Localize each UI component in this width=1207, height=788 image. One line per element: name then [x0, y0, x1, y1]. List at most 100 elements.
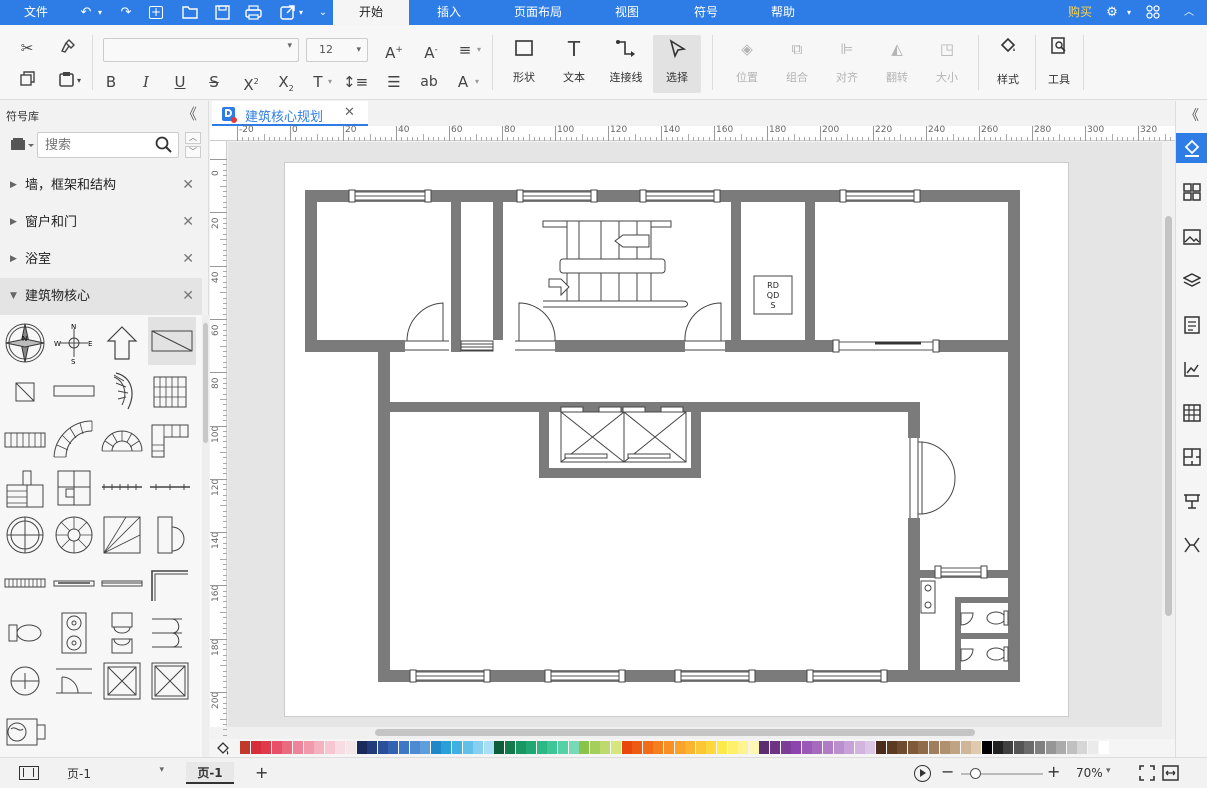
grid-layout-icon[interactable] — [1176, 177, 1207, 207]
page-outline-icon[interactable] — [1176, 310, 1207, 340]
underline-icon[interactable]: U — [172, 72, 188, 92]
symbol-search-input[interactable] — [45, 136, 150, 154]
revolving-door-symbol[interactable] — [3, 513, 47, 557]
settings-dropdown-icon[interactable]: ▾ — [1121, 5, 1137, 20]
line-spacing-icon[interactable]: ↕≡ — [343, 72, 368, 92]
color-swatch[interactable] — [939, 741, 950, 754]
presentation-icon[interactable] — [1176, 486, 1207, 516]
color-swatch[interactable] — [727, 741, 738, 754]
color-swatch[interactable] — [600, 741, 611, 754]
color-swatch[interactable] — [324, 741, 335, 754]
elevator-single-symbol[interactable] — [100, 659, 144, 703]
size-tool[interactable]: ◳ 大小 — [925, 33, 969, 93]
color-swatch[interactable] — [632, 741, 643, 754]
railing-symbol[interactable] — [148, 465, 192, 509]
color-swatch[interactable] — [526, 741, 537, 754]
color-swatch[interactable] — [833, 741, 844, 754]
font-family-select[interactable]: ▾ — [103, 38, 299, 62]
settings-gear-icon[interactable]: ⚙ — [1103, 5, 1121, 20]
close-category-icon[interactable]: ✕ — [182, 204, 194, 241]
shape-tool[interactable]: 形状 — [503, 33, 545, 93]
triangle-shaft-symbol[interactable] — [100, 513, 144, 557]
color-swatch[interactable] — [1024, 741, 1035, 754]
format-painter-icon[interactable] — [58, 38, 78, 59]
color-swatch[interactable] — [1088, 741, 1098, 754]
position-tool[interactable]: ◈ 位置 — [725, 33, 769, 93]
slab-symbol[interactable] — [52, 369, 96, 413]
color-swatch[interactable] — [346, 741, 356, 754]
color-swatch[interactable] — [759, 741, 770, 754]
drawing-canvas[interactable]: RD QD S — [228, 142, 1162, 727]
color-swatch[interactable] — [982, 741, 992, 754]
superscript-icon[interactable]: X2 — [240, 72, 262, 95]
vertical-scroll-thumb[interactable] — [1165, 216, 1172, 616]
l-stair-symbol[interactable] — [148, 417, 192, 461]
color-swatch[interactable] — [579, 741, 590, 754]
color-swatch[interactable] — [314, 741, 325, 754]
symbol-search-box[interactable] — [37, 132, 179, 158]
window-frame-symbol[interactable] — [52, 561, 96, 605]
align-tool[interactable]: ⊫ 对齐 — [825, 33, 869, 93]
tab-start[interactable]: 开始 — [333, 0, 409, 25]
close-category-icon[interactable]: ✕ — [182, 278, 194, 315]
color-swatch[interactable] — [717, 741, 727, 754]
color-swatch[interactable] — [642, 741, 653, 754]
zoom-dropdown-icon[interactable]: ▾ — [1106, 766, 1111, 776]
file-menu[interactable]: 文件 — [14, 0, 58, 25]
color-swatch[interactable] — [483, 741, 494, 754]
color-swatch[interactable] — [1077, 741, 1088, 754]
search-icon[interactable] — [155, 136, 172, 156]
horizontal-scroll-thumb[interactable] — [375, 729, 975, 736]
color-swatch[interactable] — [897, 741, 908, 754]
tools-tool[interactable]: 工具 — [1037, 33, 1081, 93]
connection-points-icon[interactable] — [1176, 530, 1207, 560]
save-icon[interactable] — [214, 5, 230, 20]
round-sink-symbol[interactable] — [3, 659, 47, 703]
color-swatch[interactable] — [960, 741, 971, 754]
shaft-symbol-selected[interactable] — [148, 317, 196, 365]
tab-insert[interactable]: 插入 — [425, 0, 473, 25]
color-swatch[interactable] — [918, 741, 929, 754]
color-swatch[interactable] — [399, 741, 409, 754]
layers-icon[interactable] — [1176, 266, 1207, 296]
category-building-core[interactable]: ▼ 建筑物核心 ✕ — [0, 278, 202, 315]
fit-width-icon[interactable] — [1162, 765, 1179, 784]
toilet-symbol[interactable] — [3, 611, 47, 655]
color-swatch[interactable] — [621, 741, 632, 754]
floor-plan[interactable]: RD QD S — [285, 163, 1070, 718]
color-swatch[interactable] — [611, 741, 621, 754]
table-icon[interactable] — [1176, 398, 1207, 428]
page-select[interactable]: 页-1 ▾ — [58, 762, 168, 784]
color-swatch[interactable] — [547, 741, 558, 754]
spiral-stair-symbol[interactable] — [100, 369, 144, 413]
window-sill-symbol[interactable] — [100, 561, 144, 605]
window-wide-symbol[interactable] — [3, 561, 47, 605]
fit-page-icon[interactable] — [1139, 765, 1155, 784]
page-tab[interactable]: 页-1 — [186, 762, 234, 784]
shower-pair-symbol[interactable] — [148, 611, 192, 655]
stall-door-symbol[interactable] — [52, 659, 96, 703]
tab-view[interactable]: 视图 — [603, 0, 651, 25]
text-align-dropdown-icon[interactable]: ▾ — [474, 40, 484, 60]
color-swatch[interactable] — [293, 741, 303, 754]
color-swatch[interactable] — [1035, 741, 1045, 754]
color-swatch[interactable] — [1013, 741, 1024, 754]
color-swatch[interactable] — [748, 741, 759, 754]
category-walls[interactable]: ▶ 墙，框架和结构 ✕ — [0, 167, 202, 204]
color-swatch[interactable] — [250, 741, 261, 754]
semicircle-stair-symbol[interactable] — [100, 417, 144, 461]
color-swatch[interactable] — [992, 741, 1003, 754]
compass-rose-symbol[interactable]: N — [3, 321, 47, 365]
increase-font-icon[interactable]: A+ — [383, 40, 405, 63]
color-swatch[interactable] — [653, 741, 664, 754]
urinal-pair-symbol[interactable] — [100, 611, 144, 655]
corner-wall-symbol[interactable] — [148, 561, 192, 605]
color-swatch[interactable] — [452, 741, 462, 754]
color-swatch[interactable] — [886, 741, 897, 754]
strikethrough-icon[interactable]: S — [206, 72, 222, 92]
color-swatch[interactable] — [812, 741, 823, 754]
color-swatch[interactable] — [356, 741, 367, 754]
round-stair-symbol[interactable] — [52, 513, 96, 557]
color-swatch[interactable] — [462, 741, 473, 754]
library-manager-icon[interactable] — [10, 137, 34, 155]
